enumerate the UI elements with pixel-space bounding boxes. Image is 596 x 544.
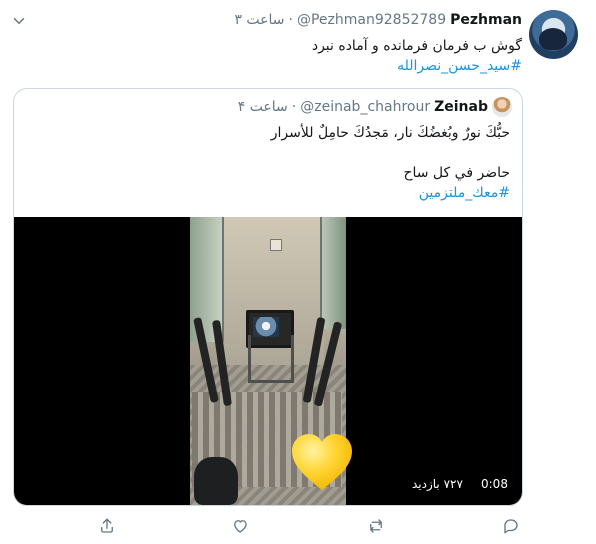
quoted-author-name[interactable]: Zeinab: [434, 99, 488, 115]
quoted-timestamp[interactable]: ۴ ساعت: [238, 99, 288, 115]
chevron-down-icon[interactable]: [10, 12, 28, 30]
quoted-avatar[interactable]: [492, 97, 512, 117]
video-views: ۷۲۷ بازدید: [412, 477, 463, 491]
tweet-hashtag-link[interactable]: #سید_حسن_نصرالله: [397, 58, 522, 74]
quoted-separator-dot: ·: [291, 99, 297, 115]
foreground-object: [194, 457, 238, 505]
reply-icon[interactable]: [499, 514, 523, 538]
video-player[interactable]: ۷۲۷ بازدید 0:08: [14, 217, 522, 505]
tweet-card[interactable]: ۳ ساعت · @Pezhman92852789 Pezhman گوش ب …: [0, 0, 596, 544]
quoted-tweet-header: ۴ ساعت · @zeinab_chahrour Zeinab: [238, 97, 512, 117]
yellow-heart-icon: [288, 432, 356, 492]
author-name[interactable]: Pezhman: [450, 12, 522, 28]
share-icon[interactable]: [95, 514, 119, 538]
retweet-icon[interactable]: [364, 514, 388, 538]
quoted-text-line2: حاضر في كل ساح: [403, 165, 510, 181]
quoted-text-line1: حبُّكَ نورٌ وبُغضُكَ نار، مَجدُكَ حامِلٌ…: [270, 125, 510, 141]
video-window-right: [320, 217, 346, 329]
tweet-actions: [0, 512, 596, 542]
video-duration: 0:08: [481, 477, 508, 491]
separator-dot: ·: [288, 12, 293, 28]
heart-icon[interactable]: [228, 514, 252, 538]
tweet-header: ۳ ساعت · @Pezhman92852789 Pezhman: [234, 12, 522, 28]
tweet-text-line1: گوش ب فرمان فرمانده و آماده نبرد: [311, 38, 522, 54]
author-handle[interactable]: @Pezhman92852789: [297, 12, 446, 28]
television-screen: [253, 317, 279, 337]
quoted-tweet-card[interactable]: ۴ ساعت · @zeinab_chahrour Zeinab حبُّكَ …: [13, 88, 523, 506]
quoted-author-handle[interactable]: @zeinab_chahrour: [300, 99, 430, 115]
avatar[interactable]: [529, 10, 578, 59]
timestamp[interactable]: ۳ ساعت: [234, 12, 284, 28]
wall-outlet: [270, 239, 282, 251]
quoted-hashtag-link[interactable]: #معك_ملتزمين: [419, 185, 510, 201]
tv-stand: [248, 335, 294, 383]
